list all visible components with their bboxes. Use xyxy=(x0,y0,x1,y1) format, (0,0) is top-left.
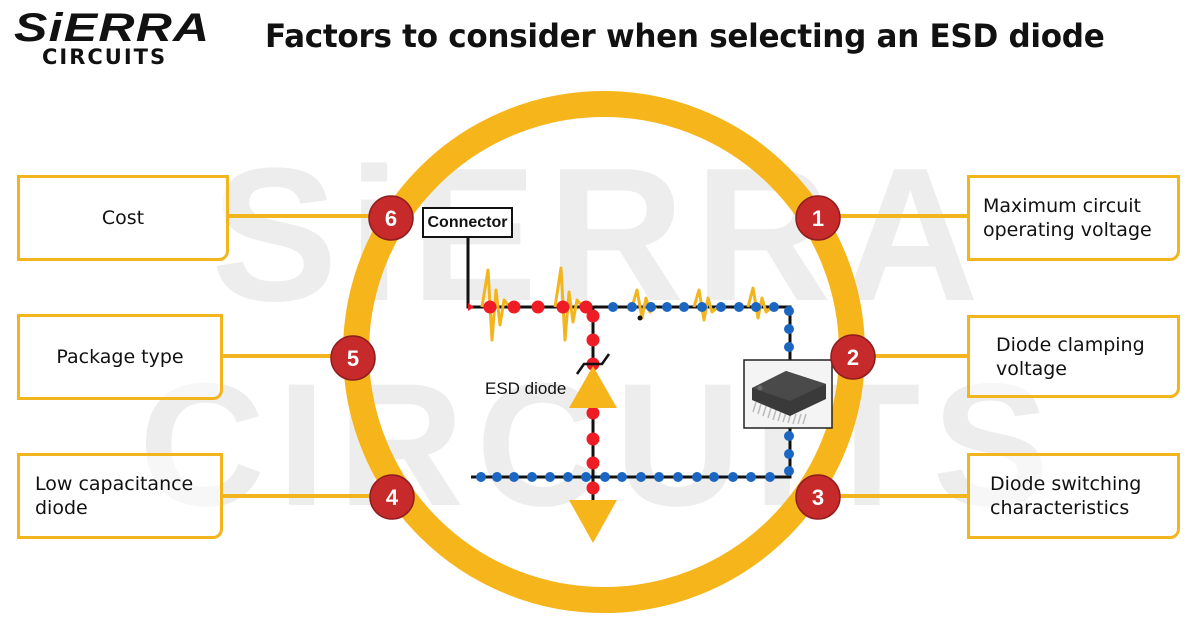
connector-label: Connector xyxy=(422,207,513,238)
badge-2: 2 xyxy=(830,334,876,380)
top-wire xyxy=(466,238,792,360)
svg-text:2: 2 xyxy=(847,345,859,370)
signal-dot xyxy=(751,302,761,312)
badge-1: 1 xyxy=(795,195,841,241)
esd-dot xyxy=(586,456,600,470)
factor-label: Cost xyxy=(101,207,145,229)
connector-arrow-icon xyxy=(468,303,474,311)
signal-dot xyxy=(617,472,627,482)
signal-dot xyxy=(692,472,702,482)
circuit-wires xyxy=(466,238,792,500)
signal-dot xyxy=(492,472,502,482)
signal-dot xyxy=(784,342,794,352)
esd-dot xyxy=(507,300,521,314)
signal-dot xyxy=(527,472,537,482)
esd-diode-label: ESD diode xyxy=(485,379,567,398)
factor-label: Package type xyxy=(56,346,184,368)
signal-dot xyxy=(646,302,656,312)
arrow-up-icon xyxy=(569,366,617,408)
factor-label-line2: voltage xyxy=(996,357,1067,380)
signal-dot xyxy=(636,472,646,482)
factor-box-switching-characteristics: Diode switching characteristics xyxy=(967,453,1180,539)
factor-box-clamping-voltage: Diode clamping voltage xyxy=(967,315,1180,398)
signal-dot xyxy=(746,472,756,482)
signal-dot xyxy=(654,472,664,482)
signal-dot xyxy=(784,431,794,441)
signal-dot xyxy=(608,302,618,312)
factor-label-line1: Maximum circuit xyxy=(983,195,1141,217)
factor-label-line2: characteristics xyxy=(990,497,1130,519)
ic-chip-icon xyxy=(743,359,833,429)
esd-dot xyxy=(586,406,600,420)
signal-dot xyxy=(697,302,707,312)
esd-dot xyxy=(586,309,600,323)
signal-dot xyxy=(716,302,726,312)
signal-dot xyxy=(784,449,794,459)
svg-text:4: 4 xyxy=(386,485,399,510)
badge-6: 6 xyxy=(368,195,414,241)
factor-box-max-operating-voltage: Maximum circuit operating voltage xyxy=(967,175,1180,261)
signal-dot xyxy=(784,324,794,334)
svg-text:5: 5 xyxy=(347,346,359,371)
signal-dot xyxy=(679,302,689,312)
signal-dot xyxy=(784,466,794,476)
arrow-down-icon xyxy=(569,500,617,543)
factor-label-line2: operating voltage xyxy=(983,219,1152,241)
esd-dot xyxy=(586,481,600,495)
bottom-wire xyxy=(471,428,792,479)
junction-dot xyxy=(637,315,643,321)
svg-text:3: 3 xyxy=(812,485,824,510)
esd-dot xyxy=(586,333,600,347)
factor-label-line1: Diode clamping xyxy=(996,333,1145,356)
badge-4: 4 xyxy=(369,474,415,520)
esd-dot xyxy=(586,432,600,446)
esd-spikes xyxy=(480,266,773,342)
noise-spike-icon xyxy=(746,286,773,320)
signal-dot xyxy=(728,472,738,482)
factor-box-cost: Cost xyxy=(17,175,229,261)
signal-dot xyxy=(563,472,573,482)
signal-dot xyxy=(581,472,591,482)
svg-text:1: 1 xyxy=(812,206,824,231)
signal-dot xyxy=(709,472,719,482)
signal-dot xyxy=(734,302,744,312)
factor-label-line2: diode xyxy=(35,497,88,519)
signal-dot xyxy=(784,306,794,316)
signal-dot xyxy=(545,472,555,482)
signal-dot xyxy=(765,472,775,482)
factor-box-low-capacitance: Low capacitance diode xyxy=(17,453,223,539)
factor-label-line1: Low capacitance xyxy=(35,473,194,495)
svg-text:6: 6 xyxy=(385,206,397,231)
esd-dot xyxy=(531,300,545,314)
esd-dot xyxy=(556,300,570,314)
signal-dot xyxy=(673,472,683,482)
signal-dot xyxy=(627,302,637,312)
badge-5: 5 xyxy=(330,335,376,381)
badge-3: 3 xyxy=(795,474,841,520)
esd-dot xyxy=(483,300,497,314)
signal-dot xyxy=(509,472,519,482)
signal-dot xyxy=(769,302,779,312)
factor-label-line1: Diode switching xyxy=(990,473,1142,495)
factor-box-package-type: Package type xyxy=(17,314,223,400)
factor-ring xyxy=(343,91,865,613)
signal-dot xyxy=(476,472,486,482)
signal-dot xyxy=(662,302,672,312)
signal-dot xyxy=(600,472,610,482)
